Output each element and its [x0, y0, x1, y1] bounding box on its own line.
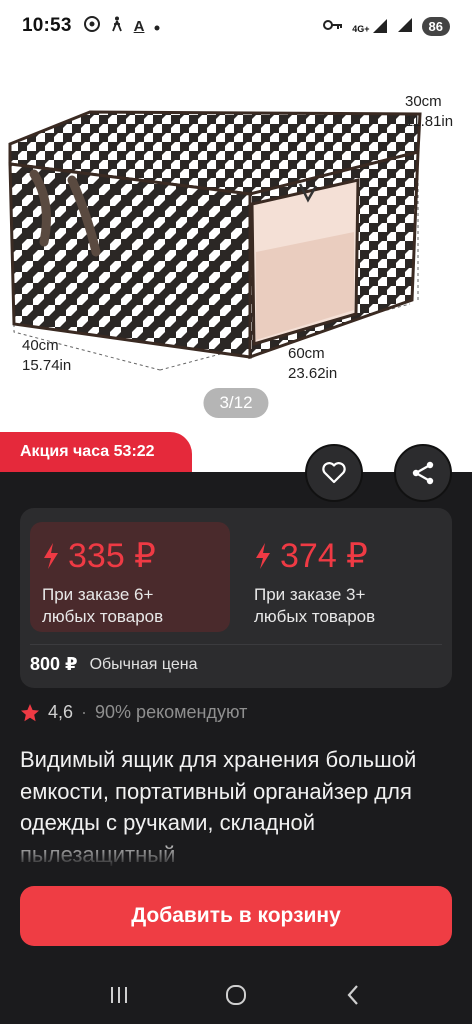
heart-icon [322, 462, 346, 484]
share-button[interactable] [394, 444, 452, 502]
status-right-icons: 4G+ 86 [323, 16, 450, 36]
status-time: 10:53 [22, 15, 72, 36]
rating-row[interactable]: 4,6 · 90% рекомендуют [20, 702, 247, 723]
star-icon [21, 703, 39, 721]
signal-2-icon [397, 17, 413, 36]
rating-value: 4,6 [48, 702, 74, 722]
home-button[interactable] [216, 975, 256, 1015]
divider [30, 644, 442, 645]
battery-badge: 86 [421, 16, 450, 36]
product-screen: 10:53 A 4G+ 86 30cm 11.81in 40cm 15.74in… [0, 0, 472, 1024]
status-bar: 10:53 A 4G+ 86 [0, 0, 472, 52]
promo-badge: Акция часа 53:22 [0, 432, 192, 472]
title-fade [0, 838, 472, 868]
height-in: 11.81in [405, 113, 454, 130]
depth-label: 40cm 15.74in [22, 336, 71, 376]
tier-1-condition-line1: При заказе 6+ [42, 585, 154, 604]
tier-1-price: 335 ₽ [68, 537, 156, 575]
back-button[interactable] [18, 58, 54, 94]
tier-1-price-row: 335 ₽ [42, 538, 218, 574]
rating-separator: · [81, 702, 88, 722]
depth-cm: 40cm [22, 337, 59, 354]
regular-price-label: Обычная цена [89, 655, 198, 673]
walk-icon [110, 16, 124, 36]
width-label: 60cm 23.62in [288, 344, 337, 384]
price-tier-2[interactable]: 374 ₽ При заказе 3+ любых товаров [242, 522, 442, 632]
system-nav-bar [0, 966, 472, 1024]
height-cm: 30cm [405, 93, 442, 110]
price-tier-1[interactable]: 335 ₽ При заказе 6+ любых товаров [30, 522, 230, 632]
tier-1-condition-line2: любых товаров [42, 607, 164, 626]
chrome-icon [83, 16, 100, 36]
tier-2-condition: При заказе 3+ любых товаров [254, 584, 430, 628]
favorite-button[interactable] [305, 444, 363, 502]
width-cm: 60cm [288, 345, 325, 362]
share-icon [412, 461, 434, 485]
tier-1-condition: При заказе 6+ любых товаров [42, 584, 218, 628]
status-notification-icons: A [83, 16, 161, 36]
tier-2-price-row: 374 ₽ [254, 538, 430, 574]
recents-icon [110, 987, 127, 1003]
chevron-left-icon [347, 985, 359, 1005]
width-in: 23.62in [288, 365, 338, 382]
add-to-cart-button[interactable]: Добавить в корзину [20, 886, 452, 946]
network-type: 4G+ [352, 24, 370, 34]
dot-icon [154, 18, 160, 35]
price-card: 335 ₽ При заказе 6+ любых товаров 374 ₽ … [20, 508, 452, 688]
tier-2-condition-line1: При заказе 3+ [254, 585, 366, 604]
regular-price: 800 ₽ [30, 654, 78, 674]
key-icon [323, 19, 343, 34]
recommend-percent: 90% рекомендуют [95, 702, 248, 722]
lightning-icon [256, 543, 270, 569]
signal-icon: 4G+ [352, 18, 387, 34]
depth-in: 15.74in [22, 357, 72, 374]
tier-2-price: 374 ₽ [280, 537, 368, 575]
lightning-icon [44, 543, 58, 569]
gallery-pager: 3/12 [203, 388, 269, 418]
recents-button[interactable] [99, 975, 139, 1015]
text-a-icon: A [133, 17, 145, 35]
home-icon [225, 985, 246, 1005]
arrow-left-icon [25, 66, 47, 86]
tier-2-condition-line2: любых товаров [254, 607, 376, 626]
height-label: 30cm 11.81in [405, 92, 453, 132]
regular-price-row: 800 ₽ Обычная цена [30, 654, 197, 675]
back-nav-button[interactable] [333, 975, 373, 1015]
